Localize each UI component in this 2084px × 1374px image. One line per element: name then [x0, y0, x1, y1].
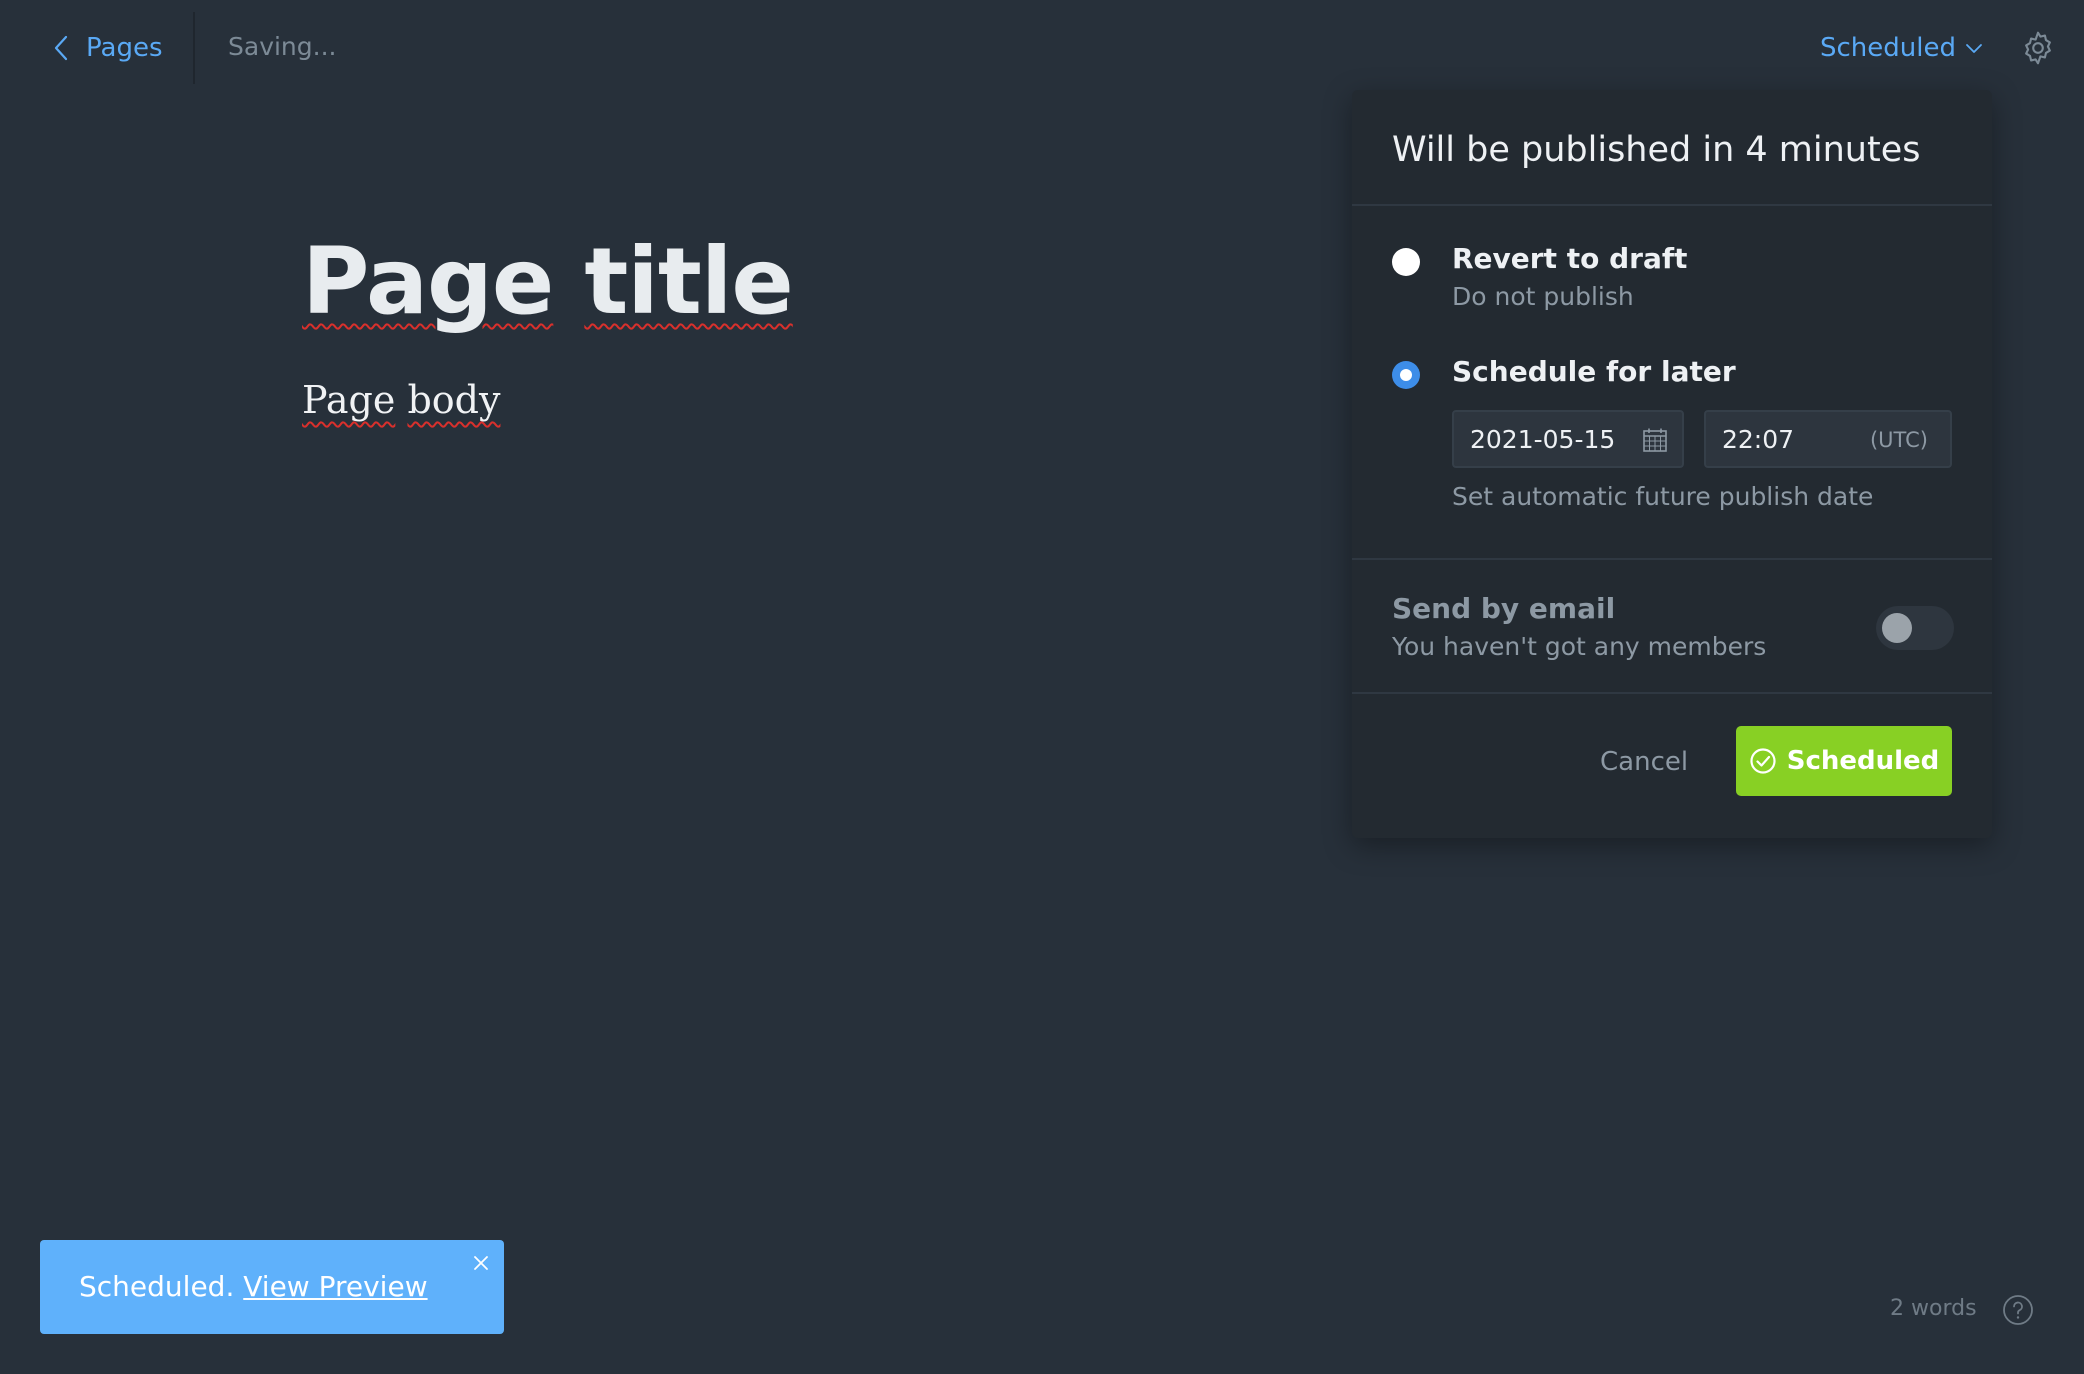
publish-options: Revert to draft Do not publish Schedule … [1352, 206, 1992, 560]
publish-date-input[interactable]: 2021-05-15 [1452, 410, 1684, 468]
body-word: Page [302, 378, 396, 422]
top-bar: Pages Saving... Scheduled [0, 0, 2084, 92]
page-title-editor[interactable]: Page title [302, 228, 794, 335]
timezone-label: (UTC) [1869, 428, 1928, 452]
toggle-knob [1882, 613, 1912, 643]
page-body-editor[interactable]: Page body [302, 378, 500, 422]
header-divider [193, 12, 195, 84]
schedule-for-later-label[interactable]: Schedule for later [1452, 355, 1736, 388]
revert-to-draft-radio[interactable] [1392, 248, 1420, 276]
publish-menu-panel: Will be published in 4 minutes Revert to… [1352, 90, 1992, 838]
help-icon[interactable] [2002, 1294, 2034, 1326]
close-icon[interactable] [472, 1254, 490, 1272]
send-by-email-sublabel: You haven't got any members [1392, 632, 1767, 661]
status-dropdown-label: Scheduled [1820, 33, 1956, 63]
send-by-email-section: Send by email You haven't got any member… [1352, 560, 1992, 694]
editor-page: Pages Saving... Scheduled Page title Pag… [0, 0, 2084, 1374]
publish-countdown-title: Will be published in 4 minutes [1392, 130, 1921, 170]
cancel-button[interactable]: Cancel [1600, 742, 1688, 782]
title-word: title [584, 228, 793, 335]
schedule-for-later-radio[interactable] [1392, 361, 1420, 389]
publish-time-input[interactable]: 22:07 (UTC) [1704, 410, 1952, 468]
panel-actions: Cancel Scheduled [1352, 694, 1992, 834]
publish-date-value: 2021-05-15 [1470, 424, 1616, 454]
scheduled-confirm-button[interactable]: Scheduled [1736, 726, 1952, 796]
notification-toast: Scheduled. View Preview [40, 1240, 504, 1334]
publish-status-dropdown[interactable]: Scheduled [1820, 28, 1984, 68]
body-word: body [407, 378, 501, 422]
publish-time-value: 22:07 [1722, 424, 1795, 454]
send-by-email-toggle[interactable] [1876, 606, 1954, 650]
title-word: Page [302, 228, 554, 335]
gear-icon[interactable] [2020, 30, 2056, 66]
revert-to-draft-sublabel: Do not publish [1452, 282, 1634, 311]
scheduled-button-label: Scheduled [1786, 746, 1940, 776]
calendar-icon[interactable] [1642, 427, 1668, 453]
send-by-email-label: Send by email [1392, 592, 1616, 625]
revert-to-draft-label[interactable]: Revert to draft [1452, 242, 1687, 275]
saving-status: Saving... [228, 32, 337, 61]
view-preview-link[interactable]: View Preview [243, 1270, 427, 1303]
word-count: 2 words [1890, 1296, 1977, 1321]
back-label: Pages [86, 33, 163, 63]
panel-header: Will be published in 4 minutes [1352, 90, 1992, 206]
chevron-down-icon [1966, 44, 1982, 53]
toast-text: Scheduled. View Preview [79, 1270, 428, 1303]
chevron-left-icon [54, 35, 68, 61]
check-circle-icon [1750, 748, 1776, 774]
back-to-pages-link[interactable]: Pages [50, 26, 163, 70]
schedule-helper-text: Set automatic future publish date [1452, 482, 1874, 511]
toast-message: Scheduled. [79, 1270, 235, 1303]
